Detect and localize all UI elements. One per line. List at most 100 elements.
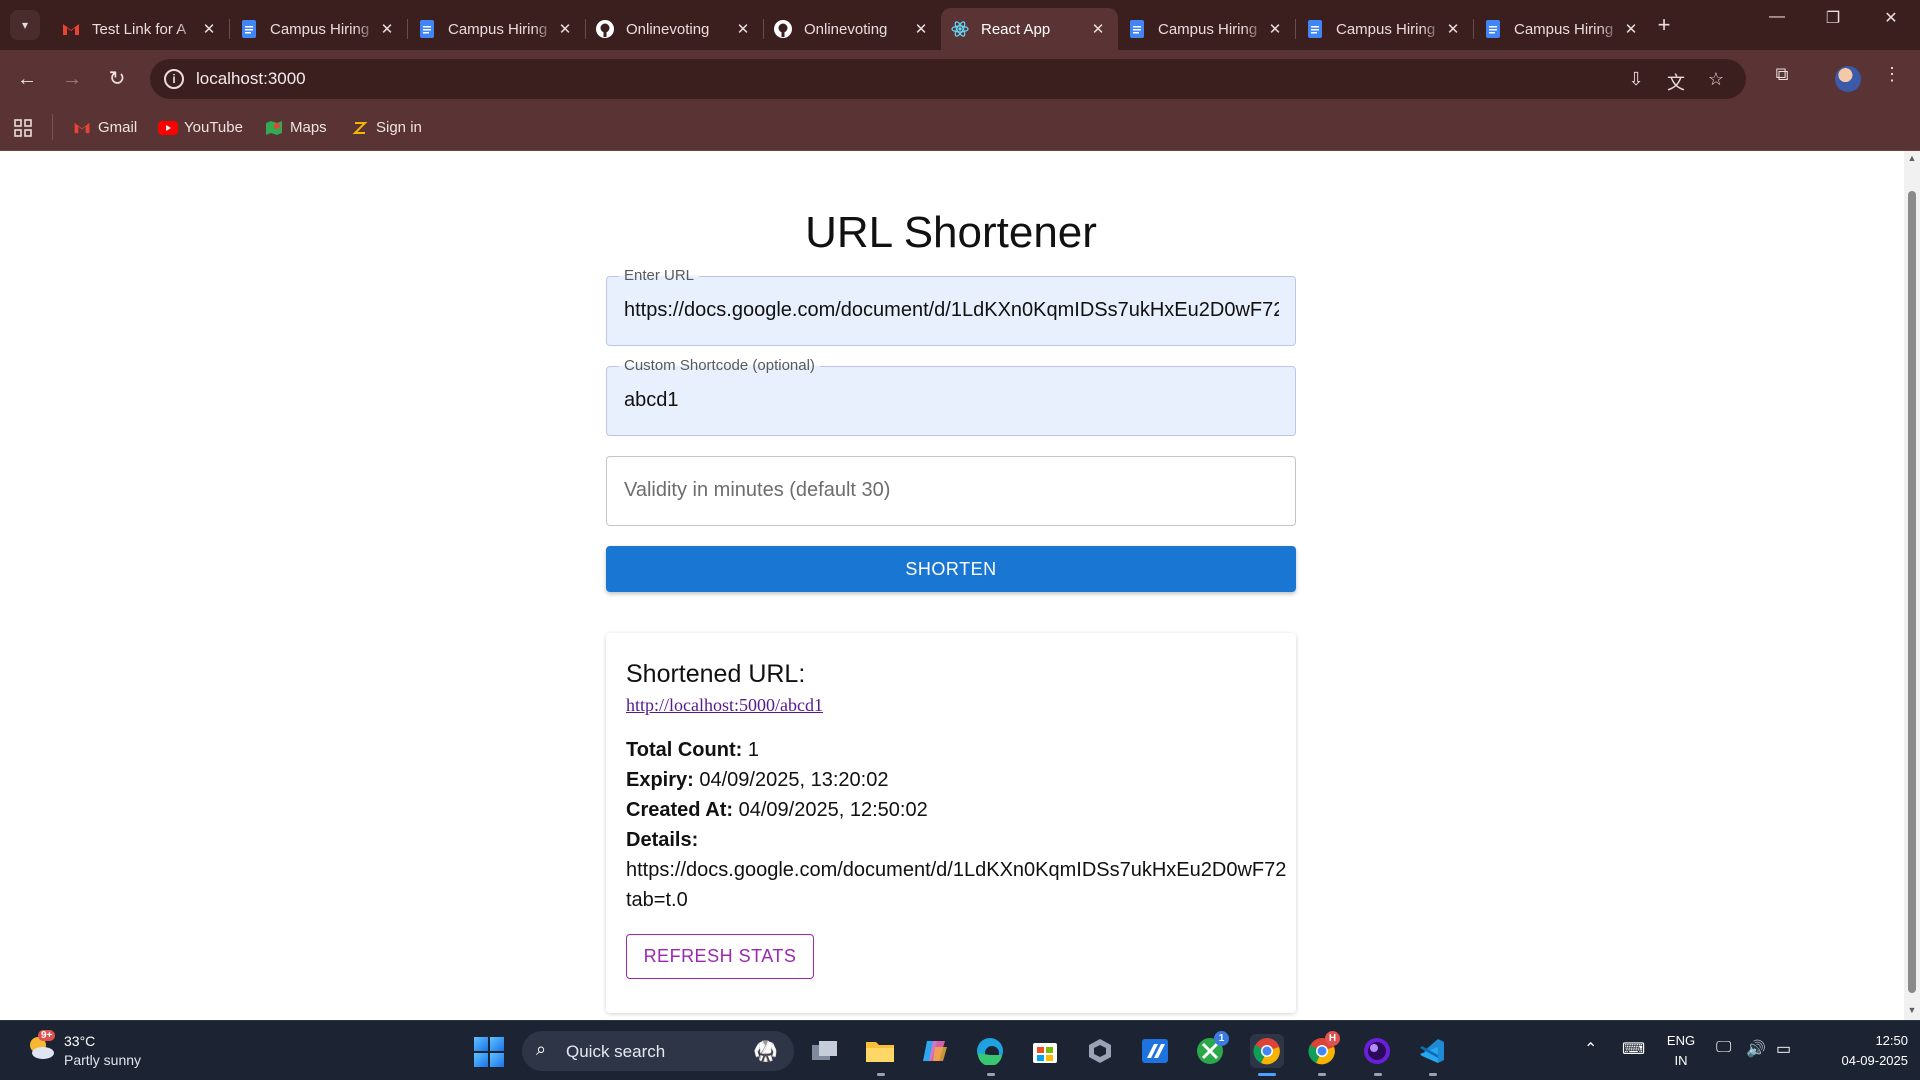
new-tab-button[interactable]: + [1651, 12, 1677, 38]
tab-title: Campus Hiring [1336, 20, 1436, 38]
tab[interactable]: Onlinevoting ✕ [586, 8, 763, 50]
microsoft-store-icon[interactable] [1028, 1034, 1062, 1068]
tab-title: Onlinevoting [626, 20, 710, 38]
active-indicator [1258, 1073, 1276, 1076]
close-icon[interactable]: ✕ [1621, 20, 1641, 38]
scroll-thumb[interactable] [1908, 191, 1916, 993]
validity-input[interactable]: Validity in minutes (default 30) [624, 479, 890, 502]
tab[interactable]: Test Link for A ✕ [52, 8, 229, 50]
windows-start-icon[interactable] [474, 1037, 504, 1067]
browser-menu-icon[interactable]: ⋮ [1879, 64, 1905, 85]
details-label: Details: [626, 829, 698, 852]
close-icon[interactable]: ✕ [1265, 20, 1285, 38]
close-icon[interactable]: ✕ [199, 20, 219, 38]
address-text[interactable]: localhost:3000 [196, 69, 306, 89]
url-field-label: Enter URL [619, 267, 700, 284]
close-icon[interactable]: ✕ [555, 20, 575, 38]
tab-active[interactable]: React App ✕ [941, 8, 1118, 50]
weather-description[interactable]: Partly sunny [64, 1052, 141, 1068]
close-icon[interactable]: ✕ [1443, 20, 1463, 38]
created-at-row: Created At: 04/09/2025, 12:50:02 [626, 799, 928, 822]
short-url-link[interactable]: http://localhost:5000/abcd1 [626, 695, 823, 716]
weather-temperature[interactable]: 33°C [64, 1033, 95, 1049]
clock-date[interactable]: 04-09-2025 [1808, 1053, 1909, 1068]
restore-button[interactable]: ❐ [1813, 8, 1853, 28]
tab[interactable]: Campus Hiring ✕ [230, 8, 407, 50]
google-docs-icon [1306, 20, 1324, 38]
close-icon[interactable]: ✕ [377, 20, 397, 38]
volume-icon[interactable]: 🔊 [1746, 1039, 1766, 1059]
tab[interactable]: Campus Hiring ✕ [1474, 8, 1651, 50]
url-field[interactable]: Enter URL https://docs.google.com/docume… [606, 267, 1296, 346]
gmail-icon [62, 20, 80, 38]
bookmark-label: Gmail [98, 119, 138, 136]
shortcode-input[interactable]: abcd1 [624, 389, 1279, 412]
language-region[interactable]: IN [1660, 1053, 1702, 1068]
scroll-down-icon[interactable]: ▼ [1907, 1005, 1917, 1015]
close-window-button[interactable]: ✕ [1871, 8, 1911, 28]
file-explorer-icon[interactable] [863, 1034, 897, 1068]
shorten-button[interactable]: SHORTEN [606, 546, 1296, 592]
page-scrollbar[interactable]: ▲ ▼ [1904, 151, 1920, 1020]
edge-icon[interactable] [973, 1034, 1007, 1068]
scroll-up-icon[interactable]: ▲ [1907, 153, 1917, 163]
minimize-button[interactable]: — [1757, 8, 1797, 26]
expiry-label: Expiry: [626, 769, 694, 791]
created-at-value: 04/09/2025, 12:50:02 [738, 799, 928, 821]
reload-button[interactable]: ↻ [103, 65, 131, 93]
url-input[interactable]: https://docs.google.com/document/d/1LdKX… [624, 299, 1279, 322]
chrome-icon[interactable] [1250, 1034, 1284, 1068]
sign-in-icon [350, 120, 370, 136]
validity-field[interactable]: Validity in minutes (default 30) [606, 456, 1296, 526]
azure-data-studio-icon[interactable] [1138, 1034, 1172, 1068]
search-icon: ⌕ [536, 1039, 547, 1059]
translate-icon[interactable]: 文 [1664, 69, 1688, 95]
expiry-row: Expiry: 04/09/2025, 13:20:02 [626, 769, 888, 792]
google-docs-icon [418, 20, 436, 38]
bookmark-youtube[interactable]: YouTube [158, 119, 243, 136]
battery-icon[interactable]: ▭ [1776, 1039, 1791, 1059]
result-card: Shortened URL: http://localhost:5000/abc… [606, 633, 1296, 1013]
back-button[interactable]: ← [13, 65, 41, 93]
search-placeholder: Quick search [566, 1042, 666, 1061]
running-indicator [1318, 1073, 1326, 1076]
tab[interactable]: Campus Hiring ✕ [1118, 8, 1295, 50]
install-app-icon[interactable]: ⇩ [1624, 69, 1648, 90]
result-heading: Shortened URL: [626, 660, 806, 688]
tab-strip: Test Link for A ✕ Campus Hiring ✕ Campus… [52, 8, 1651, 50]
bookmarks-divider [52, 114, 53, 140]
tab[interactable]: Campus Hiring ✕ [1296, 8, 1473, 50]
keyboard-icon[interactable]: ⌨ [1622, 1039, 1645, 1059]
bookmark-label: Maps [290, 119, 327, 136]
taskbar-search[interactable]: ⌕ Quick search 🥋 [522, 1031, 794, 1071]
profile-avatar[interactable] [1835, 66, 1861, 92]
bookmark-maps[interactable]: Maps [264, 119, 327, 136]
expiry-value: 04/09/2025, 13:20:02 [699, 769, 889, 791]
chevron-up-icon[interactable]: ⌃ [1584, 1039, 1597, 1059]
language-code[interactable]: ENG [1660, 1033, 1702, 1048]
network-icon[interactable]: 🖵 [1716, 1039, 1731, 1057]
apps-grid-icon[interactable] [14, 119, 32, 137]
task-view-icon[interactable] [808, 1034, 842, 1068]
refresh-stats-button[interactable]: REFRESH STATS [626, 934, 814, 979]
close-icon[interactable]: ✕ [733, 20, 753, 38]
bookmark-label: YouTube [184, 119, 243, 136]
address-bar[interactable]: i localhost:3000 ⇩ 文 ☆ [150, 59, 1746, 99]
clock-time[interactable]: 12:50 [1808, 1033, 1908, 1048]
bookmark-gmail[interactable]: Gmail [72, 119, 137, 136]
copilot-icon[interactable] [918, 1034, 952, 1068]
site-info-icon[interactable]: i [164, 69, 184, 89]
purple-orb-app-icon[interactable] [1360, 1034, 1394, 1068]
tab-search-button[interactable]: ▾ [10, 10, 40, 40]
close-icon[interactable]: ✕ [1088, 20, 1108, 38]
bookmark-sign-in[interactable]: Sign in [350, 119, 422, 136]
bookmark-star-icon[interactable]: ☆ [1704, 69, 1728, 90]
tab[interactable]: Onlinevoting ✕ [764, 8, 941, 50]
close-icon[interactable]: ✕ [911, 20, 931, 38]
unity-hub-icon[interactable] [1083, 1034, 1117, 1068]
shortcode-field[interactable]: Custom Shortcode (optional) abcd1 [606, 357, 1296, 436]
tab[interactable]: Campus Hiring ✕ [408, 8, 585, 50]
extensions-icon[interactable]: ⧉ [1769, 64, 1795, 85]
forward-button[interactable]: → [58, 65, 86, 93]
vscode-icon[interactable] [1415, 1034, 1449, 1068]
